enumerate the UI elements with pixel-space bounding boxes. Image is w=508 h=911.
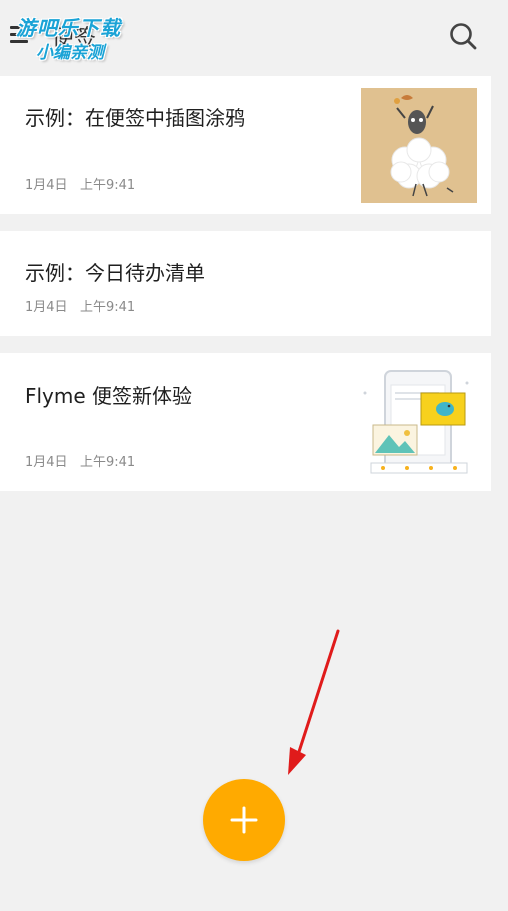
add-note-button[interactable] <box>203 779 285 861</box>
phone-illustration-image <box>355 363 473 483</box>
plus-icon <box>230 806 258 834</box>
note-date: 1月4日 <box>25 178 68 193</box>
note-title: 示例：在便签中插图涂鸦 <box>25 106 245 130</box>
top-app-bar: 便签 游吧乐下载 小编亲测 <box>0 0 508 72</box>
note-time: 上午9:41 <box>79 455 136 470</box>
watermark-line1: 游吧乐下载 <box>16 16 121 40</box>
note-card[interactable]: 示例：今日待办清单 1月4日 上午9:41 <box>0 231 491 336</box>
note-date: 1月4日 <box>25 455 68 470</box>
note-title: Flyme 便签新体验 <box>25 384 193 408</box>
note-title: 示例：今日待办清单 <box>25 261 205 285</box>
sheep-doodle-image <box>361 88 477 203</box>
watermark-logo: 游吧乐下载 小编亲测 <box>16 10 146 66</box>
note-timestamp: 1月4日 上午9:41 <box>25 296 135 315</box>
watermark-line2: 小编亲测 <box>36 43 104 63</box>
note-card[interactable]: 示例：在便签中插图涂鸦 1月4日 上午9:41 <box>0 76 491 214</box>
note-time: 上午9:41 <box>79 178 136 193</box>
search-icon[interactable] <box>448 21 478 51</box>
note-card[interactable]: Flyme 便签新体验 1月4日 上午9:41 <box>0 353 491 491</box>
note-timestamp: 1月4日 上午9:41 <box>25 451 135 470</box>
annotation-arrow <box>280 625 350 785</box>
note-timestamp: 1月4日 上午9:41 <box>25 174 135 193</box>
note-time: 上午9:41 <box>79 300 136 315</box>
note-date: 1月4日 <box>25 300 68 315</box>
